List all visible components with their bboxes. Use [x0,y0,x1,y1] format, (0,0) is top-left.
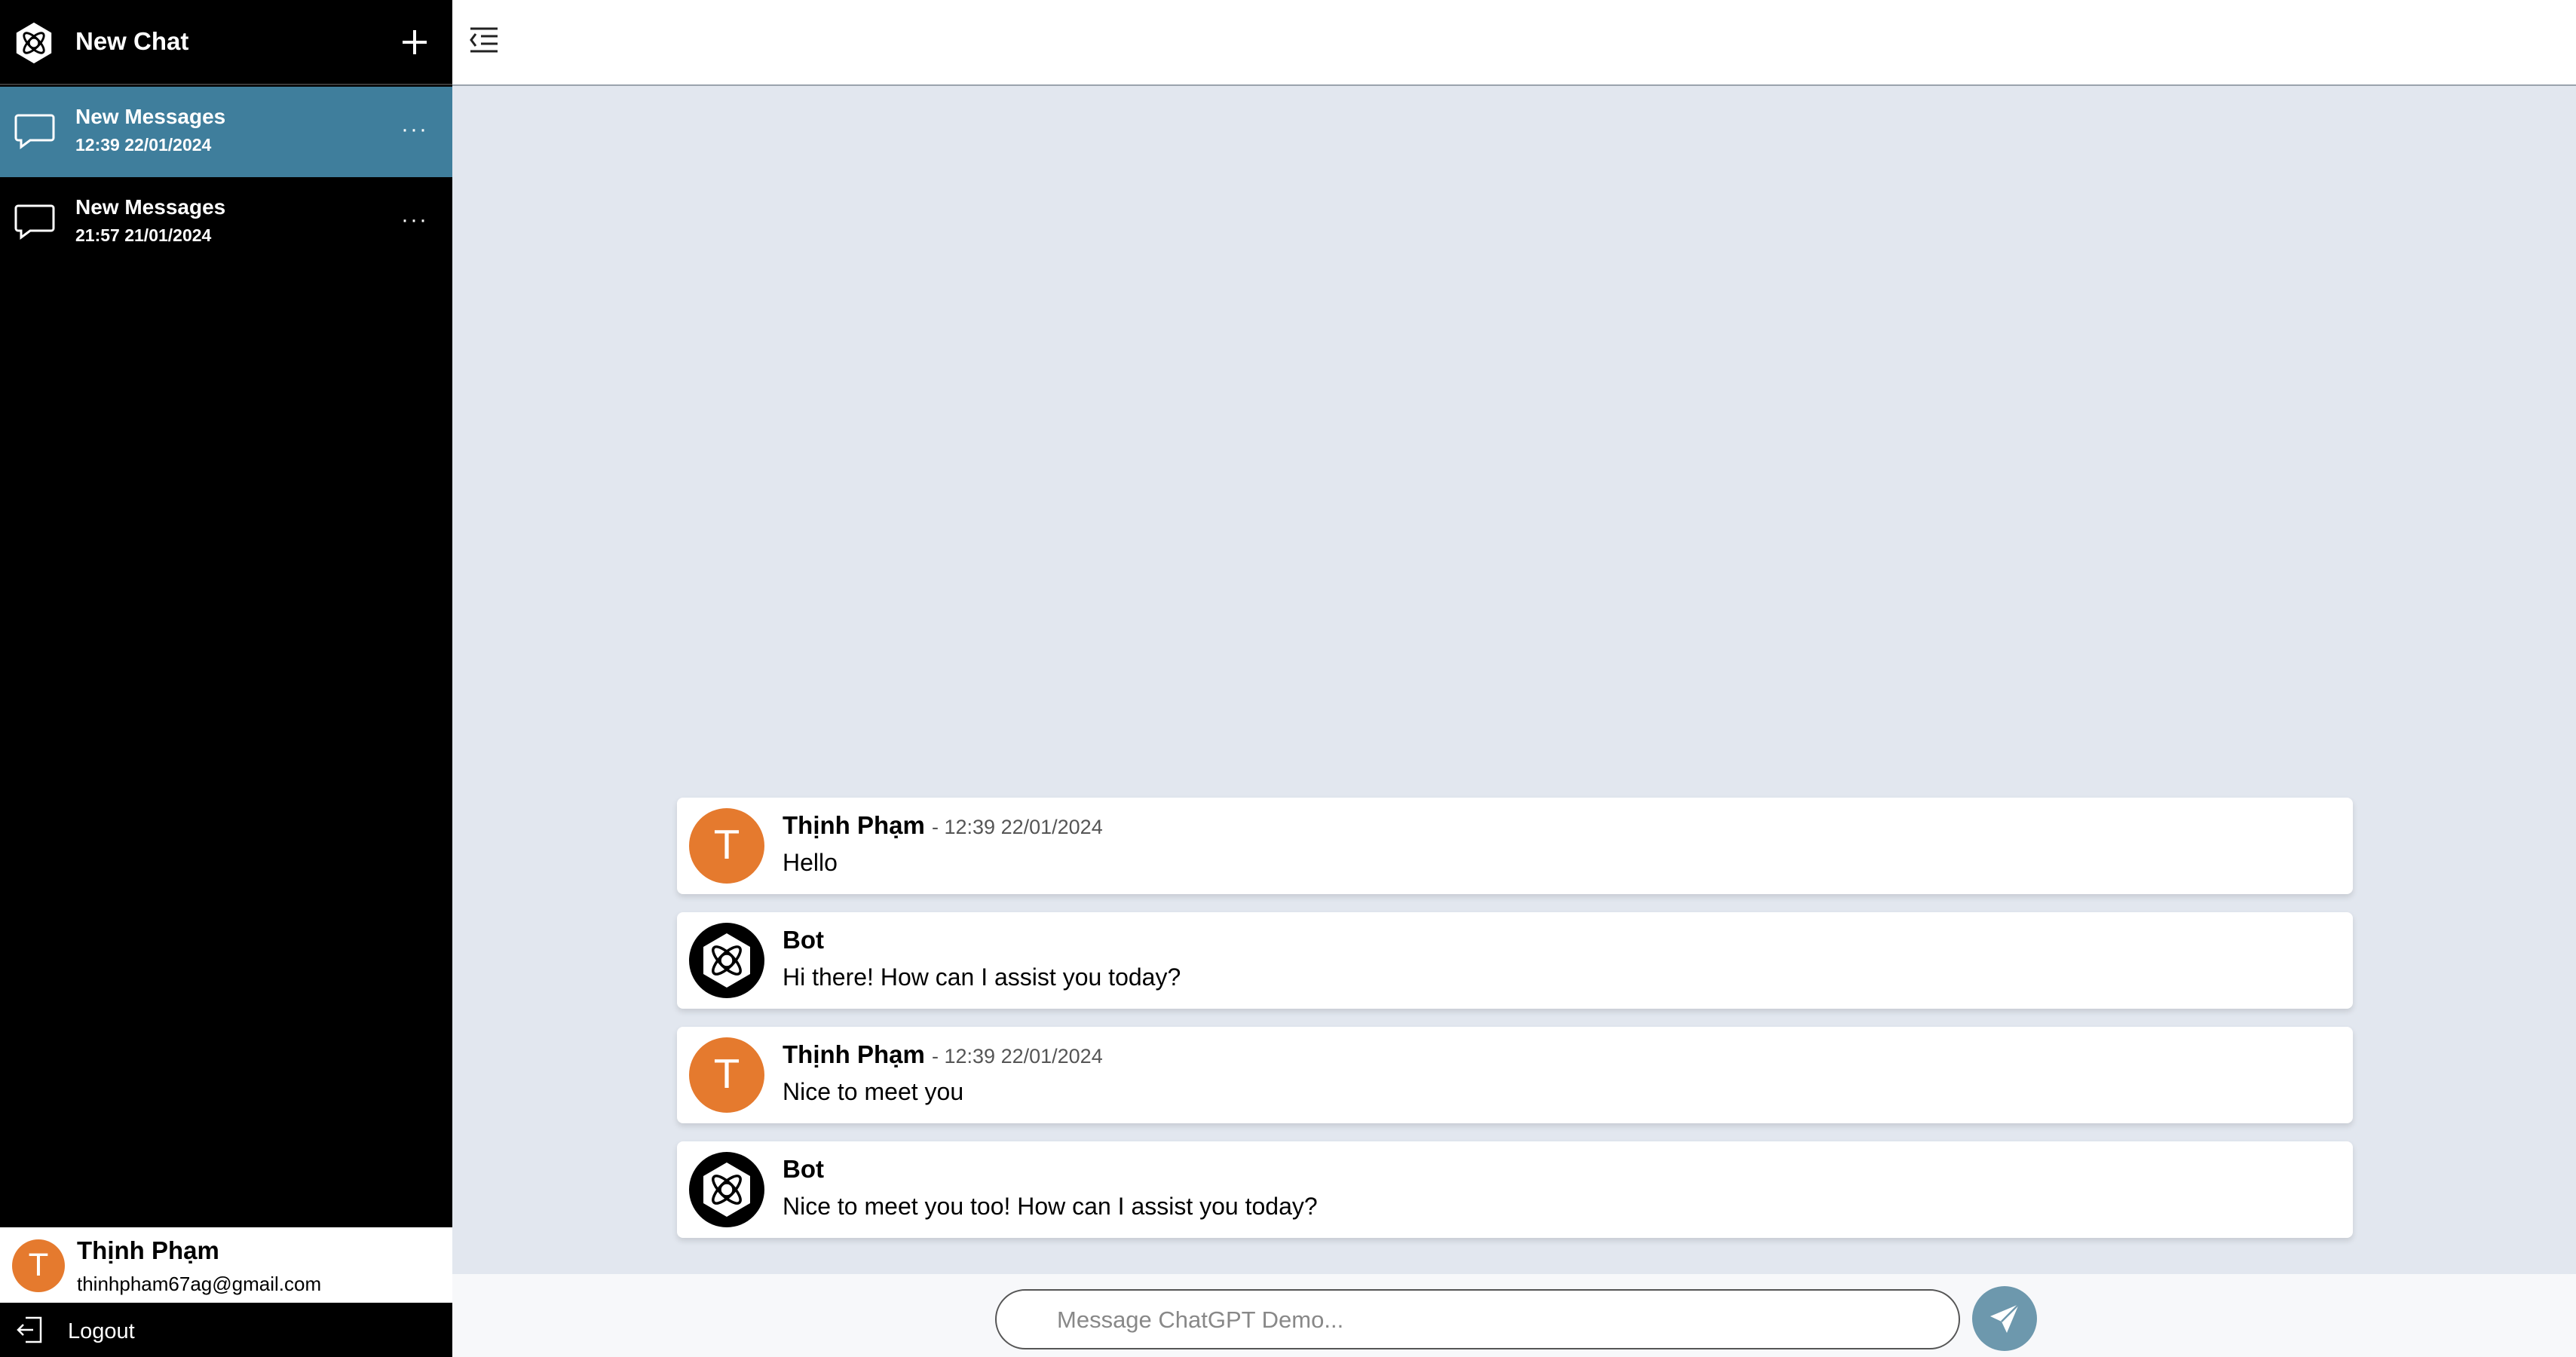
message-input[interactable] [1055,1303,1925,1337]
message-text: Nice to meet you [783,1078,964,1105]
conversation-title: New Messages [75,105,226,128]
new-chat-title[interactable]: New Chat [75,27,188,56]
user-profile: T Thịnh Phạm thinhpham67ag@gmail.com [0,1227,452,1303]
message-text: Hi there! How can I assist you today? [783,963,1181,991]
new-chat-plus-icon[interactable] [398,26,431,59]
chat-message: T Thịnh Phạm - 12:39 22/01/2024 Hello [677,798,2353,894]
sidebar-header: New Chat [0,0,452,85]
message-author: Bot [783,926,824,954]
conversation-time: 21:57 21/01/2024 [75,225,212,245]
user-email: thinhpham67ag@gmail.com [77,1273,322,1295]
message-author: Thịnh Phạm [783,1040,925,1068]
message-author: Bot [783,1155,824,1183]
bot-logo-icon [689,1152,764,1227]
message-composer [452,1274,2576,1357]
sidebar: New Chat New Messages 12:39 22/01/2024 ·… [0,0,452,1357]
chat-message: T Thịnh Phạm - 12:39 22/01/2024 Nice to … [677,1027,2353,1123]
conversation-title: New Messages [75,195,226,219]
avatar: T [689,1037,764,1113]
avatar: T [689,808,764,884]
message-time: - 12:39 22/01/2024 [932,1045,1103,1068]
conversation-time: 12:39 22/01/2024 [75,135,212,155]
conversation-item[interactable]: New Messages 12:39 22/01/2024 ··· [0,87,452,177]
send-icon [1990,1303,2020,1333]
message-text: Nice to meet you too! How can I assist y… [783,1193,1318,1220]
more-options-icon[interactable]: ··· [401,207,428,233]
message-input-box [995,1289,1960,1349]
message-header: Thịnh Phạm - 12:39 22/01/2024 [783,1040,1103,1069]
chat-bubble-icon [14,114,55,149]
chat-message: Bot Nice to meet you too! How can I assi… [677,1141,2353,1238]
more-options-icon[interactable]: ··· [401,117,428,142]
message-author: Thịnh Phạm [783,811,925,839]
chat-message: Bot Hi there! How can I assist you today… [677,912,2353,1009]
message-header: Bot [783,1155,824,1184]
message-header: Thịnh Phạm - 12:39 22/01/2024 [783,811,1103,840]
chat-bubble-icon [14,204,55,240]
message-header: Bot [783,926,824,954]
message-text: Hello [783,849,838,876]
message-time: - 12:39 22/01/2024 [932,816,1103,838]
avatar: T [12,1239,65,1292]
conversation-item[interactable]: New Messages 21:57 21/01/2024 ··· [0,177,452,268]
toggle-sidebar-icon[interactable] [467,24,501,57]
send-button[interactable] [1972,1286,2037,1351]
bot-logo-icon [689,923,764,998]
logout-icon [17,1316,42,1343]
logout-label: Logout [68,1319,135,1343]
user-name: Thịnh Phạm [77,1236,219,1264]
logout-button[interactable]: Logout [0,1303,452,1357]
app-logo-icon [16,22,52,64]
top-bar [452,0,2576,86]
